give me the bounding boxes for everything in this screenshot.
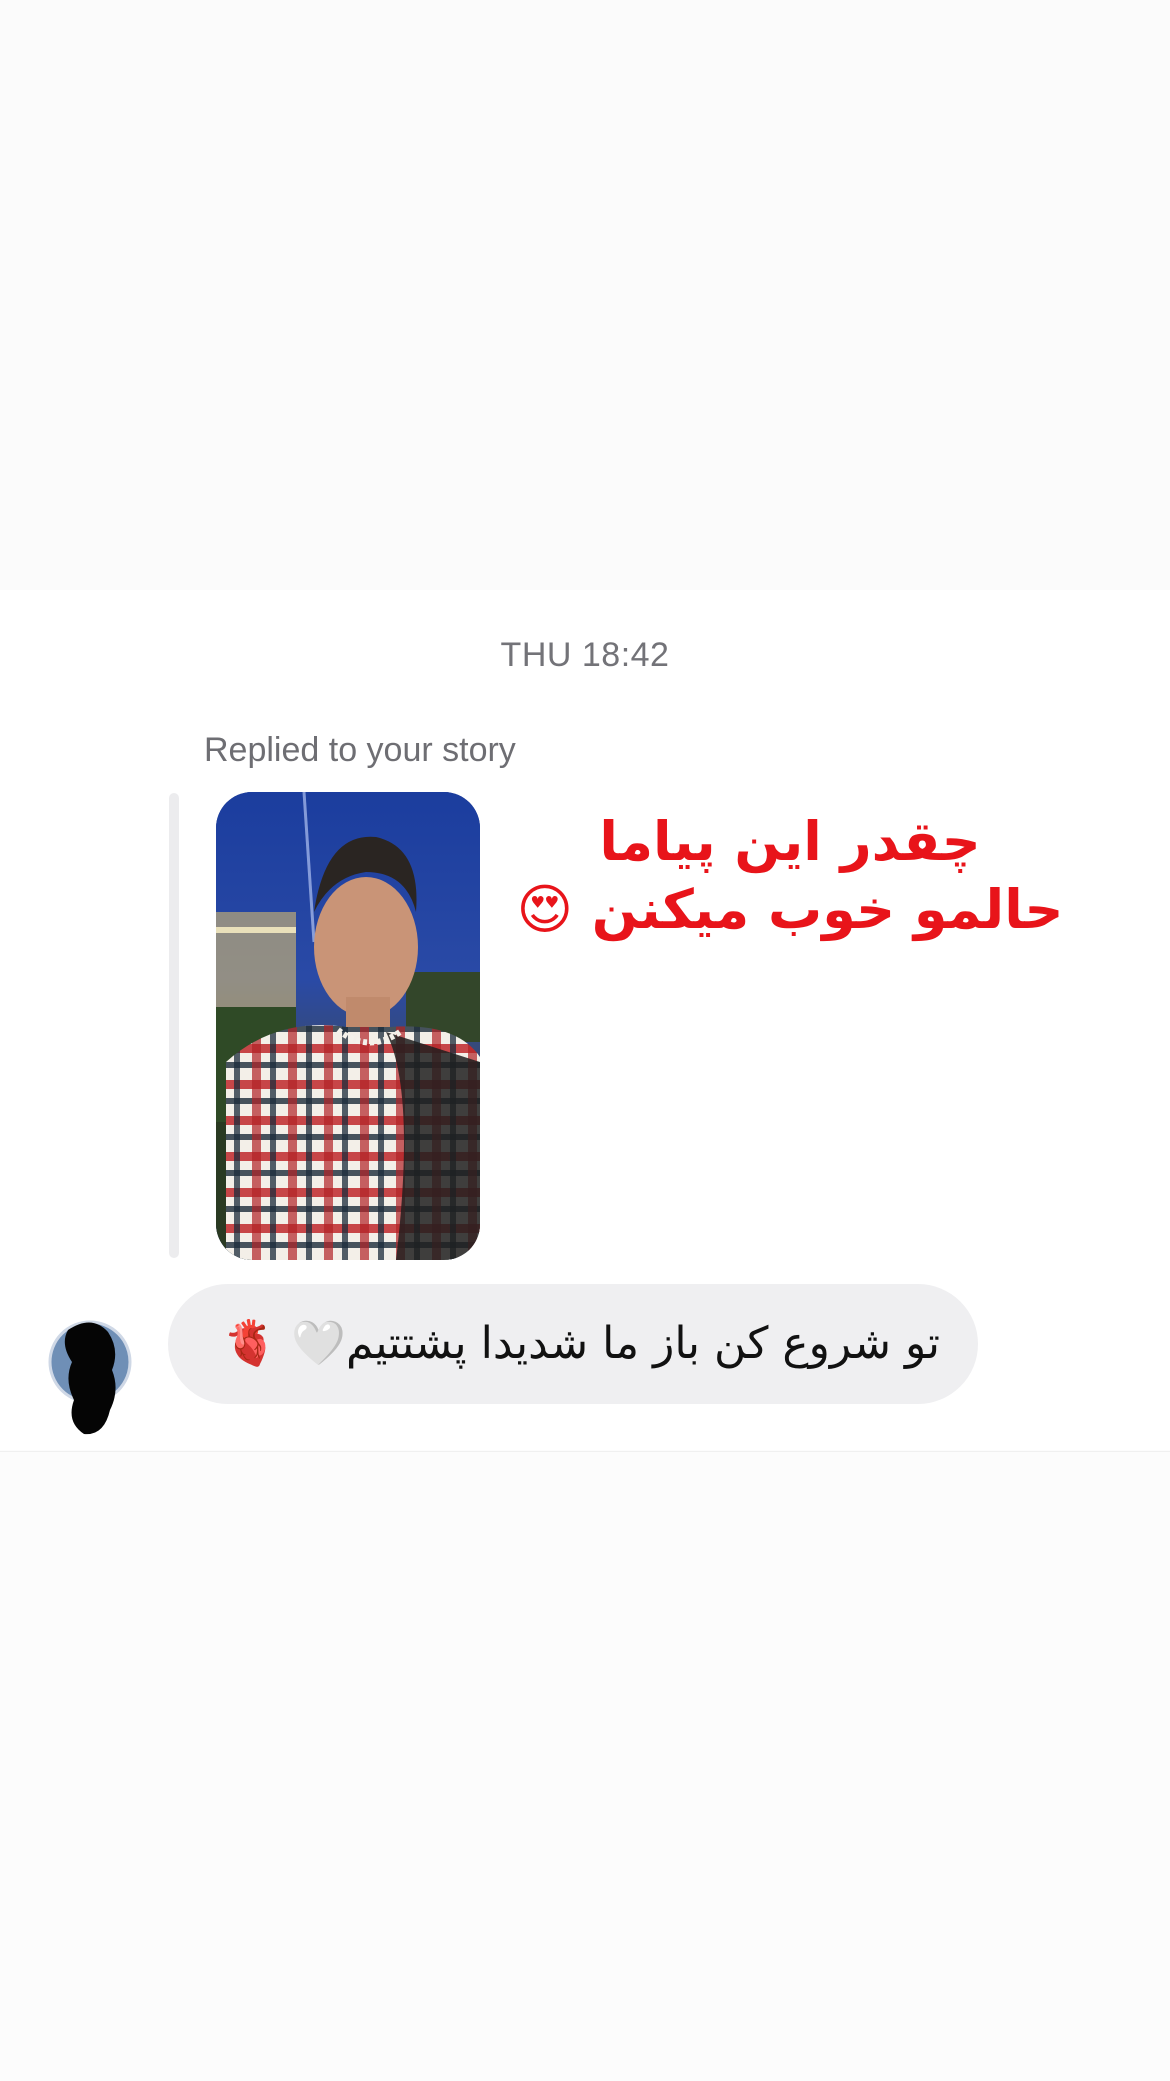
story-overlay-text: چقدر این پیاما حالمو خوب میکنن 😍 xyxy=(500,808,1080,944)
story-overlay-line: حالمو خوب میکنن 😍 xyxy=(516,878,1064,941)
bottom-blank-area xyxy=(0,1451,1170,2081)
message-timestamp: THU 18:42 xyxy=(500,636,670,674)
avatar-icon[interactable] xyxy=(46,1310,134,1438)
story-thumbnail-image xyxy=(216,792,480,1260)
top-blank-area xyxy=(0,0,1170,590)
replied-to-story-label: Replied to your story xyxy=(204,731,516,769)
story-thumbnail[interactable] xyxy=(216,792,480,1260)
story-overlay-line: چقدر این پیاما xyxy=(599,810,981,873)
message-text: تو شروع کن باز ما شدیدا پشتتیم🤍 🫀 xyxy=(222,1318,940,1369)
reply-indicator-bar xyxy=(169,793,179,1258)
message-bubble[interactable]: تو شروع کن باز ما شدیدا پشتتیم🤍 🫀 xyxy=(168,1284,978,1404)
